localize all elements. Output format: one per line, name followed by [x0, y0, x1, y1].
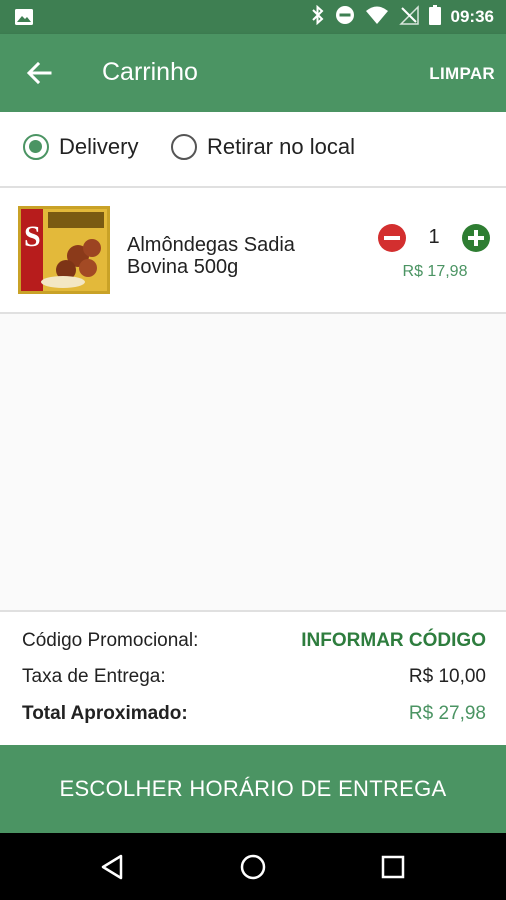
product-name: Almôndegas Sadia Bovina 500g — [127, 234, 295, 278]
order-summary: Código Promocional: INFORMAR CÓDIGO Taxa… — [0, 610, 506, 746]
choose-delivery-time-button[interactable]: ESCOLHER HORÁRIO DE ENTREGA — [0, 745, 506, 833]
delivery-fee-value: R$ 10,00 — [408, 666, 486, 687]
promo-label: Código Promocional: — [22, 630, 199, 651]
image-icon — [14, 8, 34, 26]
status-time: 09:36 — [450, 7, 494, 26]
clear-cart-button[interactable]: LIMPAR — [429, 64, 495, 84]
plus-circle-icon[interactable] — [461, 223, 491, 253]
no-signal-icon — [398, 4, 419, 30]
page-title: Carrinho — [102, 58, 198, 86]
product-image: S — [18, 206, 110, 294]
pickup-label: Retirar no local — [207, 134, 355, 159]
delivery-label: Delivery — [59, 134, 139, 159]
promo-code-button[interactable]: INFORMAR CÓDIGO — [301, 630, 486, 652]
status-bar: 09:36 — [0, 0, 506, 34]
battery-icon — [428, 4, 441, 30]
delivery-fee-label: Taxa de Entrega: — [22, 666, 166, 687]
wifi-icon — [365, 5, 389, 30]
product-price: R$ 17,98 — [402, 263, 468, 280]
arrow-left-icon[interactable] — [24, 58, 54, 88]
pickup-radio[interactable] — [171, 134, 197, 160]
promo-row: Código Promocional: INFORMAR CÓDIGO — [22, 630, 486, 654]
home-circle-icon[interactable] — [237, 851, 269, 883]
bluetooth-icon — [311, 4, 325, 30]
delivery-fee-row: Taxa de Entrega: R$ 10,00 — [22, 666, 486, 690]
do-not-disturb-icon — [335, 5, 355, 30]
total-label: Total Aproximado: — [22, 703, 188, 724]
delivery-option[interactable]: Delivery — [23, 134, 138, 160]
cart-item: S Almôndegas Sadia Bovina 500g 1 R$ 17,9… — [0, 188, 506, 314]
quantity-value: 1 — [428, 226, 440, 248]
total-value: R$ 27,98 — [408, 703, 486, 724]
pickup-option[interactable]: Retirar no local — [171, 134, 355, 160]
back-triangle-icon[interactable] — [97, 851, 129, 883]
nav-bar — [0, 833, 506, 900]
delivery-radio[interactable] — [23, 134, 49, 160]
delivery-options: Delivery Retirar no local — [0, 112, 506, 188]
recents-square-icon[interactable] — [377, 851, 409, 883]
app-bar: Carrinho LIMPAR — [0, 34, 506, 112]
total-row: Total Aproximado: R$ 27,98 — [22, 703, 486, 727]
minus-circle-icon[interactable] — [377, 223, 407, 253]
svg-text:S: S — [24, 220, 41, 253]
